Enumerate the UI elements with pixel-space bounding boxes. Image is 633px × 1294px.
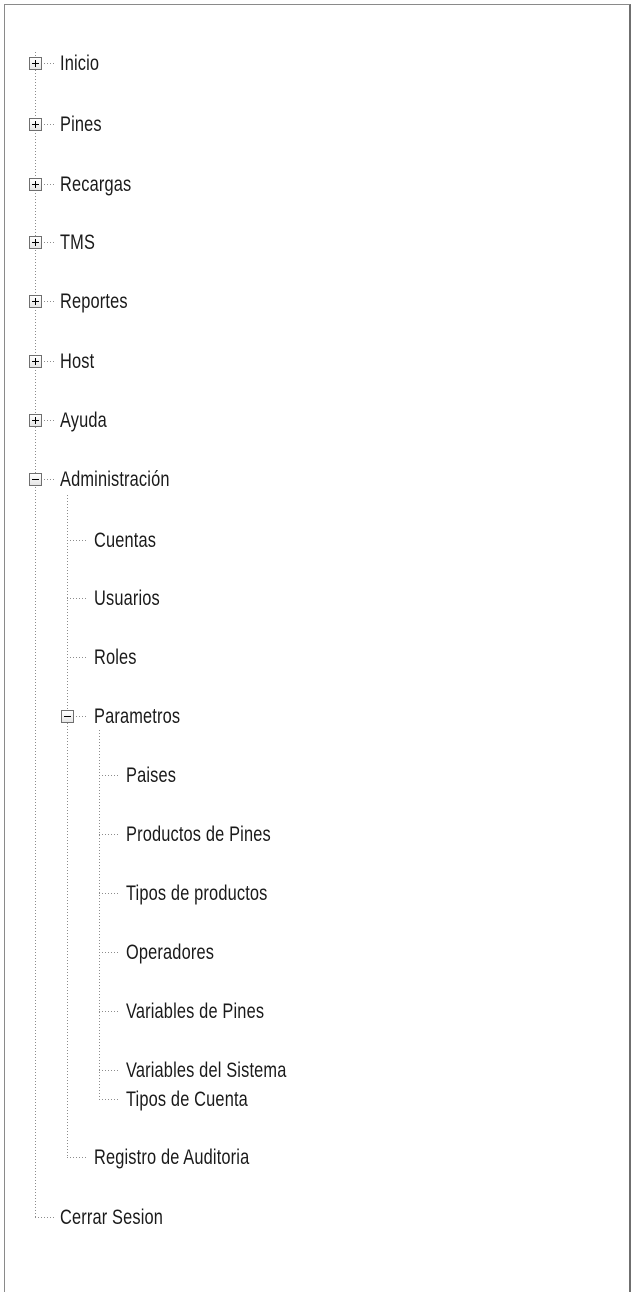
expand-pines-plus-icon[interactable] xyxy=(29,118,42,131)
tree-item-paises[interactable]: Paises xyxy=(126,761,190,791)
tree-item-operadores-label[interactable]: Operadores xyxy=(126,938,214,968)
tree-item-tipos-de-productos-label[interactable]: Tipos de productos xyxy=(126,879,268,909)
tree-item-roles[interactable]: Roles xyxy=(94,643,149,673)
tree-item-variables-de-pines[interactable]: Variables de Pines xyxy=(126,997,303,1027)
tree-item-cuentas-label[interactable]: Cuentas xyxy=(94,526,156,556)
tree-item-recargas[interactable]: Recargas xyxy=(60,170,151,200)
tree-item-cerrar-sesion-label[interactable]: Cerrar Sesion xyxy=(60,1203,163,1233)
tree-item-administracion-label[interactable]: Administración xyxy=(60,465,170,495)
collapse-administracion-minus-icon[interactable] xyxy=(29,473,42,486)
tree-item-parametros-label[interactable]: Parametros xyxy=(94,702,180,732)
expand-ayuda-plus-icon[interactable] xyxy=(29,414,42,427)
tree-item-tipos-de-cuenta-label[interactable]: Tipos de Cuenta xyxy=(126,1085,248,1115)
expand-host-plus-icon[interactable] xyxy=(29,355,42,368)
tree-item-pines[interactable]: Pines xyxy=(60,110,114,140)
tree-item-inicio-label[interactable]: Inicio xyxy=(60,49,99,79)
tree-item-usuarios-label[interactable]: Usuarios xyxy=(94,584,160,614)
tree-item-roles-label[interactable]: Roles xyxy=(94,643,137,673)
tree-item-variables-de-pines-label[interactable]: Variables de Pines xyxy=(126,997,264,1027)
expand-tms-plus-icon[interactable] xyxy=(29,236,42,249)
expand-inicio-plus-icon[interactable] xyxy=(29,57,42,70)
tree-item-cuentas[interactable]: Cuentas xyxy=(94,526,174,556)
tree-item-cerrar-sesion[interactable]: Cerrar Sesion xyxy=(60,1203,192,1233)
tree-item-variables-del-sistema-label[interactable]: Variables del Sistema xyxy=(126,1056,286,1086)
tree-item-paises-label[interactable]: Paises xyxy=(126,761,176,791)
tree-item-tipos-de-productos[interactable]: Tipos de productos xyxy=(126,879,307,909)
tree-item-parametros[interactable]: Parametros xyxy=(94,702,205,732)
collapse-parametros-minus-icon[interactable] xyxy=(61,710,74,723)
tree-item-reportes[interactable]: Reportes xyxy=(60,287,147,317)
tree-item-usuarios[interactable]: Usuarios xyxy=(94,584,178,614)
expand-reportes-plus-icon[interactable] xyxy=(29,295,42,308)
tree-item-tipos-de-cuenta[interactable]: Tipos de Cuenta xyxy=(126,1085,282,1115)
tree-item-reportes-label[interactable]: Reportes xyxy=(60,287,128,317)
tree-item-registro-de-auditoria-label[interactable]: Registro de Auditoria xyxy=(94,1143,249,1173)
expand-recargas-plus-icon[interactable] xyxy=(29,178,42,191)
tree-item-operadores[interactable]: Operadores xyxy=(126,938,239,968)
tree-item-ayuda[interactable]: Ayuda xyxy=(60,406,120,436)
tree-item-tms[interactable]: TMS xyxy=(60,228,105,258)
tree-item-ayuda-label[interactable]: Ayuda xyxy=(60,406,107,436)
tree-item-inicio[interactable]: Inicio xyxy=(60,49,110,79)
tree-item-pines-label[interactable]: Pines xyxy=(60,110,102,140)
tree-item-administracion[interactable]: Administración xyxy=(60,465,201,495)
tree-item-productos-de-pines-label[interactable]: Productos de Pines xyxy=(126,820,271,850)
tree-item-host[interactable]: Host xyxy=(60,347,104,377)
tree-item-tms-label[interactable]: TMS xyxy=(60,228,95,258)
tree-item-variables-del-sistema[interactable]: Variables del Sistema xyxy=(126,1056,332,1086)
tree-item-productos-de-pines[interactable]: Productos de Pines xyxy=(126,820,312,850)
tree-item-host-label[interactable]: Host xyxy=(60,347,94,377)
tree-item-registro-de-auditoria[interactable]: Registro de Auditoria xyxy=(94,1143,293,1173)
tree-item-recargas-label[interactable]: Recargas xyxy=(60,170,131,200)
